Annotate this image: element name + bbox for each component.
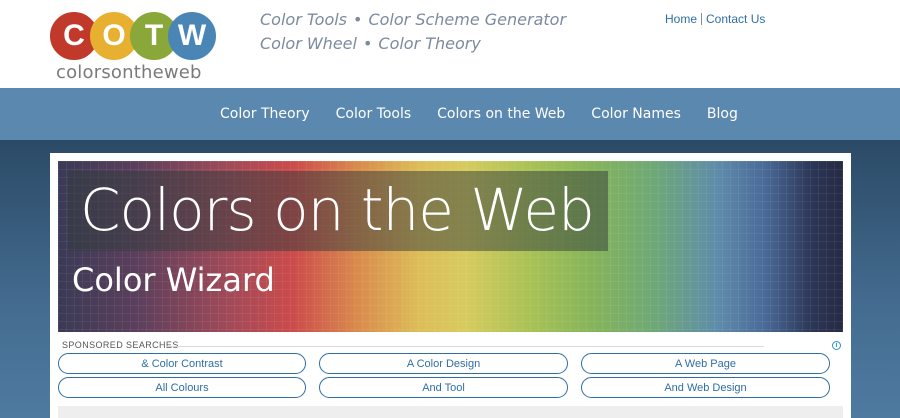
tagline-link-color-tools[interactable]: Color Tools [260,10,347,29]
tagline-bullet: • [362,34,373,53]
cotw-logo[interactable]: C O T W colorsontheweb [48,10,218,83]
sponsored-divider [166,346,764,347]
info-icon[interactable]: i [832,341,841,350]
nav-item-color-tools[interactable]: Color Tools [336,106,412,122]
nav-item-color-names[interactable]: Color Names [591,106,681,122]
main-nav: Color Theory Color Tools Colors on the W… [0,88,900,140]
hero-banner: Colors on the Web Color Wizard [58,161,843,332]
home-link[interactable]: Home [665,12,697,26]
tagline-bullet: • [353,10,363,29]
sponsored-link-web-page[interactable]: A Web Page [581,353,830,374]
top-links: Home Contact Us [665,12,765,26]
logo-wordmark: colorsontheweb [56,62,202,83]
next-ad-strip [58,406,843,418]
sponsored-searches: SPONSORED SEARCHES i & Color Contrast A … [58,340,843,406]
contact-us-link[interactable]: Contact Us [706,12,765,26]
nav-item-color-theory[interactable]: Color Theory [220,106,310,122]
sponsored-link-color-contrast[interactable]: & Color Contrast [58,353,306,374]
tagline-link-color-wheel[interactable]: Color Wheel [260,34,357,53]
sponsored-link-web-design[interactable]: And Web Design [581,377,830,398]
hero-title: Colors on the Web [80,176,595,244]
tagline-link-color-scheme-generator[interactable]: Color Scheme Generator [368,10,566,29]
tagline-link-color-theory[interactable]: Color Theory [378,34,480,53]
sponsored-link-all-colours[interactable]: All Colours [58,377,306,398]
top-links-divider [701,13,703,25]
logo-circles: C O T W [48,10,218,62]
tagline: Color Tools • Color Scheme Generator Color… [260,8,590,56]
nav-item-colors-on-the-web[interactable]: Colors on the Web [437,106,565,122]
sponsored-label: SPONSORED SEARCHES [62,340,179,350]
nav-item-blog[interactable]: Blog [707,106,738,122]
hero-subtitle: Color Wizard [72,261,275,299]
sponsored-link-and-tool[interactable]: And Tool [319,377,568,398]
logo-letter-w: W [168,12,216,60]
sponsored-link-color-design[interactable]: A Color Design [319,353,568,374]
site-header: C O T W colorsontheweb Color Tools • Color… [0,0,900,88]
